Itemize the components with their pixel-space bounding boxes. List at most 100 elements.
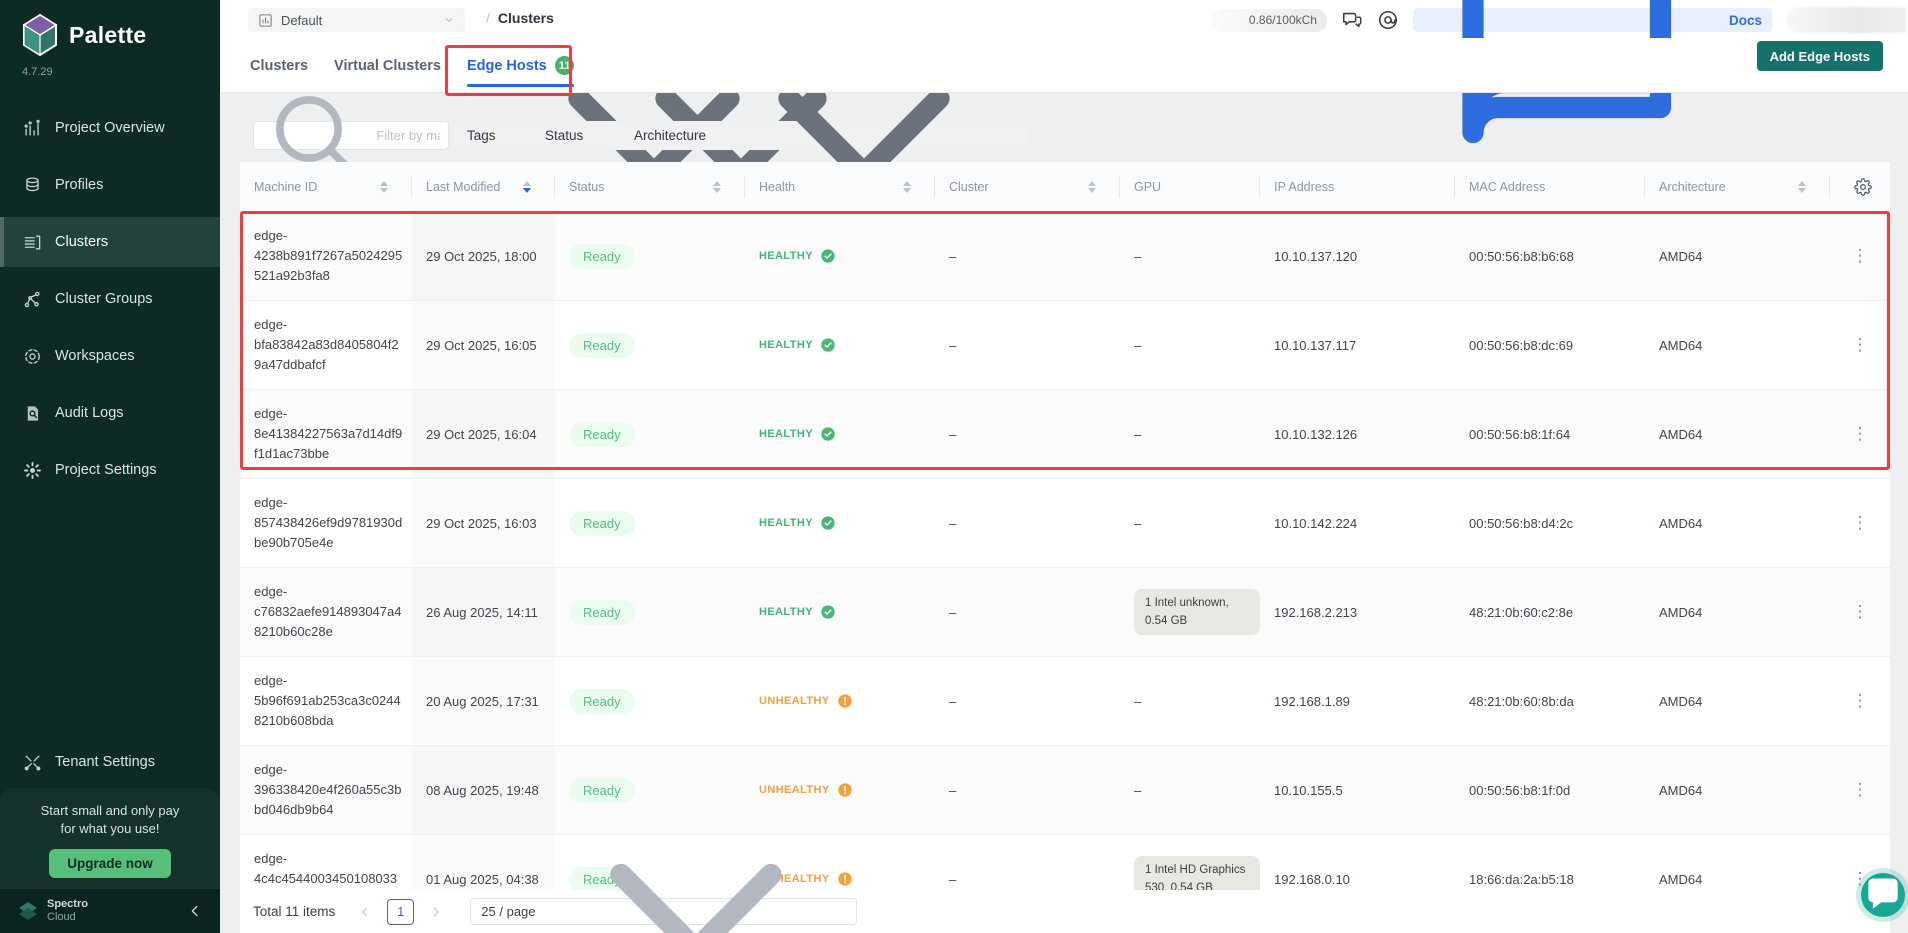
status-badge: Ready [569, 244, 635, 269]
row-menu-icon[interactable]: ⋮ [1846, 424, 1875, 444]
sidebar-item-project-settings[interactable]: Project Settings [0, 445, 220, 495]
search-input[interactable] [376, 128, 440, 143]
health-label: HEALTHY [759, 606, 813, 618]
chevron-down-icon [546, 762, 846, 933]
cluster-groups-icon [23, 290, 42, 309]
sort-carets-icon [1088, 181, 1096, 193]
add-edge-hosts-button[interactable]: Add Edge Hosts [1757, 41, 1883, 71]
filter-dropdown-architecture[interactable]: Architecture [622, 121, 1026, 150]
architecture-value: AMD64 [1645, 657, 1830, 745]
table-row[interactable]: edge-c76832aefe914893047a48210b60c28e 26… [240, 568, 1890, 657]
column-header-status[interactable]: Status [555, 162, 745, 211]
pagination-next-icon[interactable] [428, 904, 444, 920]
tab-label: Edge Hosts [467, 58, 547, 74]
last-modified: 29 Oct 2025, 16:05 [412, 301, 555, 389]
architecture-value: AMD64 [1645, 568, 1830, 656]
sort-carets-icon [1798, 181, 1806, 193]
last-modified: 26 Aug 2025, 14:11 [412, 568, 555, 656]
gpu-value: – [1120, 657, 1260, 745]
table-footer: Total 11 items 1 25 / page [240, 890, 1890, 933]
tenant-settings-icon [23, 753, 42, 772]
sidebar-item-project-overview[interactable]: Project Overview [0, 103, 220, 153]
machine-id-search[interactable] [253, 121, 449, 150]
row-menu-icon[interactable]: ⋮ [1846, 513, 1875, 533]
user-menu-blurred[interactable] [1786, 7, 1906, 33]
architecture-value: AMD64 [1645, 479, 1830, 567]
upgrade-now-button[interactable]: Upgrade now [49, 849, 171, 878]
page-size-select[interactable]: 25 / page [470, 898, 856, 925]
column-header-actions [1830, 162, 1890, 211]
pagination-page-1[interactable]: 1 [387, 899, 414, 925]
machine-id: edge-396338420e4f260a55c3bbd046db9b64 [254, 760, 412, 820]
sidebar-collapse-icon[interactable] [186, 902, 204, 920]
row-menu-icon[interactable]: ⋮ [1846, 246, 1875, 266]
project-selector-value: Default [281, 13, 322, 28]
column-header-health[interactable]: Health [745, 162, 935, 211]
sidebar-nav: Project Overview Profiles Clusters Clust… [0, 103, 220, 502]
table-row[interactable]: edge-857438426ef9d9781930dbe90b705e4e 29… [240, 479, 1890, 568]
table-row[interactable]: edge-396338420e4f260a55c3bbd046db9b64 08… [240, 746, 1890, 835]
column-header-cluster[interactable]: Cluster [935, 162, 1120, 211]
mac-address: 00:50:56:b8:dc:69 [1455, 301, 1645, 389]
sidebar-item-workspaces[interactable]: Workspaces [0, 331, 220, 381]
upgrade-promo-panel: Start small and only pay for what you us… [0, 788, 220, 888]
sidebar-item-audit-logs[interactable]: Audit Logs [0, 388, 220, 438]
ip-address: 192.168.1.89 [1260, 657, 1455, 745]
project-selector[interactable]: Default [248, 8, 465, 32]
spectro-cloud-name: Spectro Cloud [47, 898, 88, 924]
live-chat-button[interactable] [1861, 873, 1905, 917]
pagination-prev-icon[interactable] [357, 904, 373, 920]
column-header-machine-id[interactable]: Machine ID [240, 162, 412, 211]
sidebar-item-profiles[interactable]: Profiles [0, 160, 220, 210]
gpu-value: – [1120, 212, 1260, 300]
gpu-value: – [1120, 479, 1260, 567]
architecture-value: AMD64 [1645, 212, 1830, 300]
warning-circle-icon [837, 693, 853, 709]
machine-id: edge-c76832aefe914893047a48210b60c28e [254, 582, 412, 642]
support-at-icon[interactable] [1377, 9, 1399, 31]
tab-edge-hosts[interactable]: Edge Hosts 11 [467, 38, 574, 93]
table-row[interactable]: edge-bfa83842a83d8405804f29a47ddbafcf 29… [240, 301, 1890, 390]
cluster-value: – [935, 212, 1120, 300]
machine-id: edge-857438426ef9d9781930dbe90b705e4e [254, 493, 412, 553]
brand-name: Palette [69, 22, 147, 49]
machine-id: edge-bfa83842a83d8405804f29a47ddbafcf [254, 315, 412, 375]
profiles-icon [23, 176, 42, 195]
sidebar-item-label: Tenant Settings [55, 754, 155, 770]
sidebar-item-clusters[interactable]: Clusters [0, 217, 220, 267]
project-chart-icon [258, 13, 273, 28]
ip-address: 10.10.132.126 [1260, 390, 1455, 478]
docs-button[interactable]: Docs [1413, 8, 1772, 32]
table-row[interactable]: edge-8e41384227563a7d14df9f1d1ac73bbe 29… [240, 390, 1890, 479]
table-row[interactable]: edge-5b96f691ab253ca3c02448210b608bda 20… [240, 657, 1890, 746]
sort-carets-icon [380, 181, 388, 193]
tab-virtual-clusters[interactable]: Virtual Clusters [334, 38, 441, 93]
mac-address: 00:50:56:b8:1f:64 [1455, 390, 1645, 478]
last-modified: 08 Aug 2025, 19:48 [412, 746, 555, 834]
cluster-value: – [935, 301, 1120, 389]
mac-address: 00:50:56:b8:b6:68 [1455, 212, 1645, 300]
row-menu-icon[interactable]: ⋮ [1846, 780, 1875, 800]
row-menu-icon[interactable]: ⋮ [1846, 691, 1875, 711]
topbar: Default / Clusters 0.86/100kCh Docs [220, 0, 1908, 38]
mac-address: 48:21:0b:60:c2:8e [1455, 568, 1645, 656]
sort-carets-icon [903, 181, 911, 193]
app-version: 4.7.29 [0, 56, 220, 78]
table-settings-gear-icon[interactable] [1854, 178, 1872, 196]
architecture-value: AMD64 [1645, 390, 1830, 478]
sidebar-item-cluster-groups[interactable]: Cluster Groups [0, 274, 220, 324]
tab-clusters[interactable]: Clusters [250, 38, 308, 93]
feedback-chat-icon[interactable] [1341, 9, 1363, 31]
column-header-last-modified[interactable]: Last Modified [412, 162, 555, 211]
chat-bubble-icon [1861, 873, 1905, 917]
row-menu-icon[interactable]: ⋮ [1846, 335, 1875, 355]
sidebar-item-label: Workspaces [55, 348, 135, 364]
sidebar-item-label: Cluster Groups [55, 291, 153, 307]
sidebar-item-tenant-settings[interactable]: Tenant Settings [0, 737, 220, 787]
machine-id: edge-8e41384227563a7d14df9f1d1ac73bbe [254, 404, 412, 464]
sidebar-item-label: Project Settings [55, 462, 157, 478]
table-row[interactable]: edge-4238b891f7267a5024295521a92b3fa8 29… [240, 212, 1890, 301]
row-menu-icon[interactable]: ⋮ [1846, 602, 1875, 622]
sidebar-item-label: Project Overview [55, 120, 165, 136]
tab-label: Clusters [250, 58, 308, 74]
